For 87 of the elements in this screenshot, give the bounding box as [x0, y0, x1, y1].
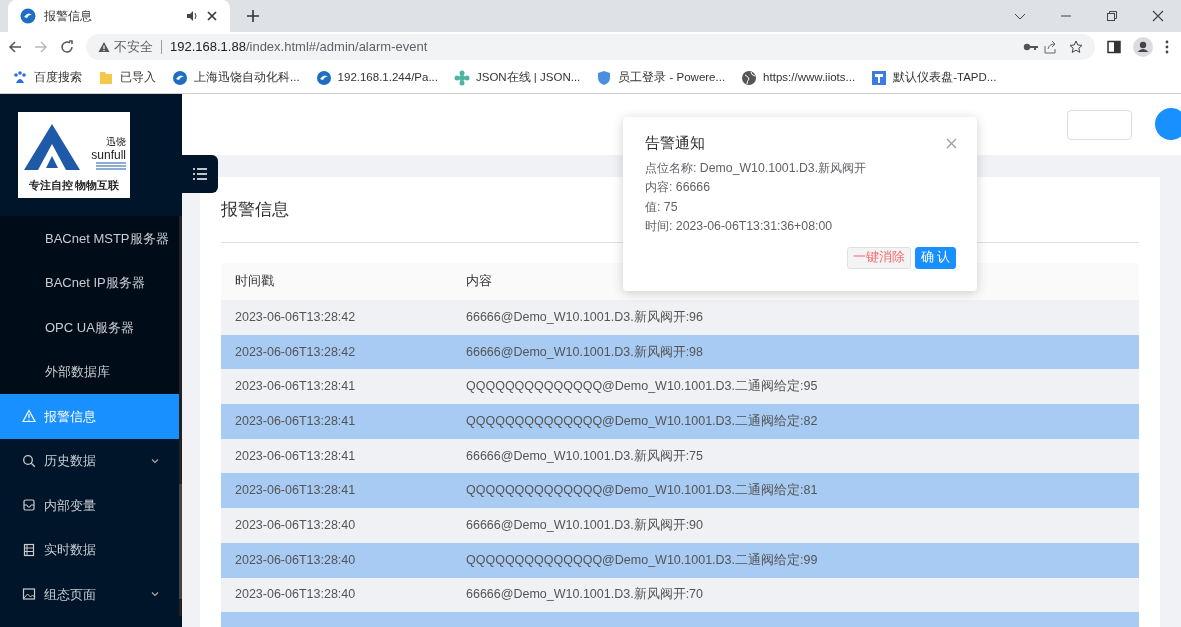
table-row[interactable]: 2023-06-06T13:28:40 QQQQQQQQQQQQQQ@Demo_W10.1001.D3.二通阀给定:99 [221, 542, 1139, 578]
menu-item[interactable]: OPC UA服务器 [0, 305, 182, 350]
menu-item[interactable]: 外部数据库 [0, 349, 182, 394]
table-cell-text: 66666@Demo_W10.1001.D3.新风阀开:90 [465, 517, 705, 535]
shield-icon [596, 69, 613, 86]
bookmark-link[interactable]: 已导入 [120, 68, 156, 87]
table-cell-text: 2023-06-06T13:28:40 [234, 517, 357, 535]
brand-name: sunfull [91, 148, 126, 162]
menu-item[interactable]: BACnet IP服务器 [0, 260, 182, 305]
bookmark-link[interactable]: 百度搜索 [34, 68, 82, 87]
side-panel-icon[interactable] [1107, 40, 1121, 54]
back-icon[interactable] [8, 40, 22, 54]
avatar-icon[interactable] [1155, 108, 1181, 140]
table-cell-text: 2023-06-06T13:28:41 [234, 447, 357, 465]
search-icon [22, 453, 36, 468]
table-cell-text: QQQQQQQQQQQQQQ@Demo_W10.1001.D3.二通阀给定:95 [465, 378, 819, 396]
table-row[interactable]: 2023-06-06T13:28:42 66666@Demo_W10.1001.D3.新风阀开:98 [221, 334, 1139, 370]
image-icon [22, 587, 36, 602]
address-bar[interactable]: 不安全 192.168.1.88/index.html#/admin/alarm-event [86, 34, 1095, 60]
table-row[interactable]: 2023-06-06T13:28:41 QQQQQQQQQQQQQQ@Demo_W10.1001.D3.二通阀给定:81 [221, 473, 1139, 509]
table-row[interactable]: 2023-06-06T13:28:41 QQQQQQQQQQQQQQ@Demo_W10.1001.D3.二通阀给定:95 [221, 369, 1139, 405]
new-tab-icon[interactable] [246, 9, 260, 23]
bookmark-link[interactable]: JSON在线 | JSON... [476, 68, 581, 87]
table-cell-text: QQQQQQQQQQQQQQ@Demo_W10.1001.D3.二通阀给定:81 [465, 482, 819, 500]
site-logo-icon [20, 8, 36, 24]
folder-icon [98, 69, 114, 86]
speaker-icon[interactable] [186, 10, 198, 22]
table-cell-text: 66666@Demo_W10.1001.D3.新风阀开:98 [465, 343, 705, 361]
site-logo-icon [172, 69, 188, 86]
share-icon[interactable] [1043, 40, 1057, 54]
warning-icon [98, 41, 110, 53]
table-cell-text: QQQQQQQQQQQQQQ@Demo_W10.1001.D3.二通阀给定:82 [465, 413, 819, 431]
bookmark-link[interactable]: 默认仪表盘-TAPD... [893, 68, 997, 87]
table-cell-text: 2023-06-06T13:28:42 [234, 308, 357, 326]
table-cell-text: 66666@Demo_W10.1001.D3.新风阀开:70 [465, 586, 705, 604]
notification-text: 点位名称: Demo_W10.1001.D3.新风阀开 [645, 159, 868, 177]
table-cell-text: 66666@Demo_W10.1001.D3.新风阀开:96 [465, 308, 705, 326]
bookmark-link[interactable]: https://www.iiots... [763, 68, 856, 87]
table-cell-text: 2023-06-06T13:28:41 [234, 482, 357, 500]
menu-item[interactable]: 历史数据 [0, 438, 182, 483]
inbox-icon [22, 498, 36, 513]
column-header: 时间戳 [234, 273, 275, 291]
stripes-icon [96, 162, 126, 170]
warning-icon [22, 409, 36, 424]
notification-text: 时间: 2023-06-06T13:31:36+08:00 [645, 218, 834, 236]
globe-icon [741, 69, 758, 86]
table-icon [22, 542, 36, 557]
menu-toggle-button[interactable] [182, 155, 218, 193]
security-label: 不安全 [114, 38, 153, 57]
column-header: 内容 [465, 273, 493, 291]
slogan: 专注自控 物物互联 [28, 178, 120, 193]
table-row[interactable]: 2023-06-06T13:28:40 66666@Demo_W10.1001.D3.新风阀开:70 [221, 577, 1139, 613]
reload-icon[interactable] [60, 40, 74, 54]
more-menu-icon[interactable] [1165, 40, 1169, 54]
notification-title: 告警通知 [645, 134, 705, 153]
tapd-logo-icon [871, 69, 888, 86]
table-cell-text: 2023-06-06T13:28:40 [234, 586, 357, 604]
menu-item[interactable]: 内部变量 [0, 483, 182, 528]
brand-name: 迅饶 [106, 136, 126, 148]
table-cell-text: 66666@Demo_W10.1001.D3.新风阀开:75 [465, 447, 705, 465]
star-icon[interactable] [1069, 40, 1083, 54]
table-cell-text: 2023-06-06T13:28:42 [234, 343, 357, 361]
tab-title: 报警信息 [44, 8, 93, 25]
url-text: 192.168.1.88/index.html#/admin/alarm-event [170, 38, 429, 57]
table-cell-text: 2023-06-06T13:28:41 [234, 413, 357, 431]
table-row[interactable]: 2023-06-06T13:28:41 66666@Demo_W10.1001.D3.新风阀开:75 [221, 438, 1139, 474]
notification-text: 值: 75 [645, 198, 679, 216]
bookmark-link[interactable]: 员工登录 - Powere... [618, 68, 726, 87]
menu-item[interactable]: 组态页面 [0, 572, 182, 617]
menu-item[interactable]: 实时数据 [0, 527, 182, 572]
menu-item[interactable]: BACnet MSTP服务器 [0, 216, 182, 261]
browser-tab[interactable]: 报警信息 [8, 0, 230, 32]
site-logo-icon [315, 69, 332, 86]
table-row[interactable]: 2023-06-06T13:28:42 66666@Demo_W10.1001.D3.新风阀开:96 [221, 300, 1139, 335]
table-cell-text: 2023-06-06T13:28:41 [234, 378, 357, 396]
paw-icon [12, 69, 28, 86]
bookmark-link[interactable]: 上海迅饶自动化科... [194, 68, 300, 87]
table-row[interactable]: 2023-06-06T13:28:41 QQQQQQQQQQQQQQ@Demo_W10.1001.D3.二通阀给定:82 [221, 404, 1139, 439]
profile-icon[interactable] [1133, 37, 1153, 57]
key-icon[interactable] [1023, 41, 1039, 53]
table-cell-text: 2023-06-06T13:28:40 [234, 551, 357, 569]
table-cell-text: QQQQQQQQQQQQQQ@Demo_W10.1001.D3.二通阀给定:99 [465, 551, 819, 569]
table-row[interactable]: 2023-06-06T13:28:40 66666@Demo_W10.1001.D3.新风阀开:90 [221, 508, 1139, 543]
menu-icon [193, 168, 207, 180]
close-icon[interactable] [206, 10, 218, 22]
notification-text: 内容: 66666 [645, 179, 712, 197]
bookmark-link[interactable]: 192.168.1.244/Pa... [337, 68, 438, 87]
